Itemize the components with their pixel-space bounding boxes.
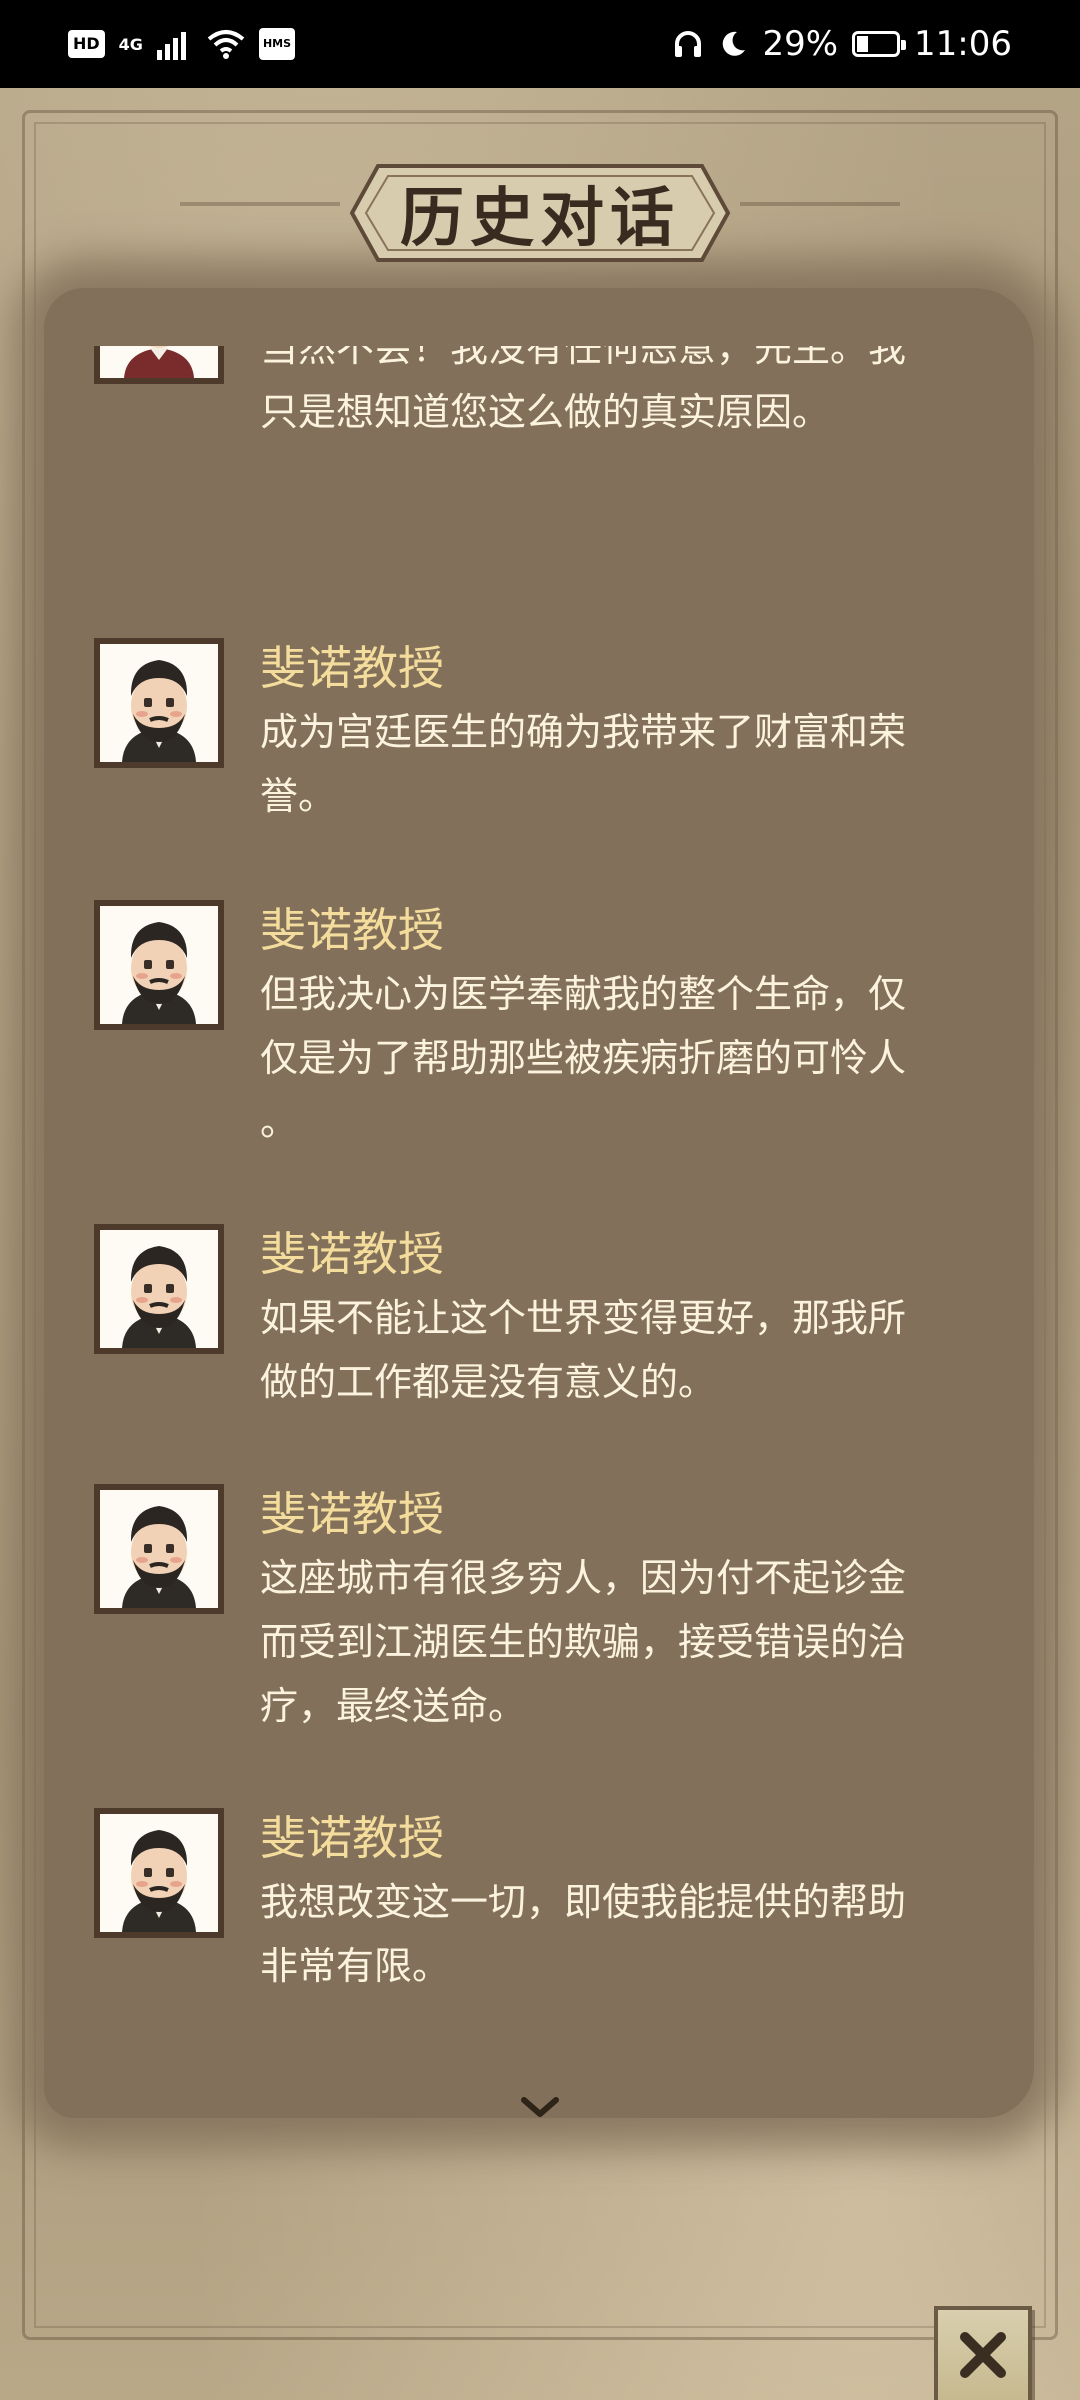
professor-avatar <box>94 900 224 1030</box>
status-right: 29% 11:06 <box>672 22 1012 66</box>
signal-icon <box>156 32 186 60</box>
professor-avatar <box>94 1484 224 1614</box>
close-button[interactable] <box>934 2306 1032 2400</box>
dialog-line: 这座城市有很多穷人，因为付不起诊金 <box>260 1556 907 1600</box>
title-plate: 历史对话 <box>348 158 732 268</box>
chevron-down-icon[interactable] <box>518 2092 562 2122</box>
dialog-line: 但我决心为医学奉献我的整个生命，仅 <box>260 972 907 1016</box>
headphones-icon <box>675 31 702 57</box>
speaker-name: 斐诺教授 <box>260 1487 444 1541</box>
status-left: HD 4G HMS <box>68 22 296 66</box>
speaker-name: 斐诺教授 <box>260 1811 444 1865</box>
clock: 11:06 <box>914 24 1012 64</box>
hms-badge: HMS <box>258 28 296 60</box>
network-type: 4G <box>118 34 143 54</box>
battery-icon <box>852 31 907 57</box>
moon-icon <box>723 31 746 56</box>
dialog-line: 成为宫廷医生的确为我带来了财富和荣 <box>260 710 907 754</box>
wifi-icon <box>207 30 245 59</box>
dialog-line: 疗，最终送命。 <box>260 1684 527 1728</box>
dialog-line: 非常有限。 <box>260 1944 451 1988</box>
page-title: 历史对话 <box>400 181 680 256</box>
speaker-name: 斐诺教授 <box>260 641 444 695</box>
status-bar: HD 4G HMS 29% 11:06 <box>0 0 1080 88</box>
dialog-line: 做的工作都是没有意义的。 <box>260 1360 717 1404</box>
dialog-line: 我想改变这一切，即使我能提供的帮助 <box>260 1880 907 1924</box>
battery-fill <box>857 36 869 52</box>
battery-percent: 29% <box>762 24 839 64</box>
close-icon <box>960 2332 1006 2378</box>
dialog-line: 。 <box>260 1100 299 1144</box>
dialog-line: 当然不会！我没有任何恶意，先生。我 <box>260 346 907 370</box>
professor-avatar <box>94 1808 224 1938</box>
title-ornament-left <box>180 202 340 206</box>
title-ornament-right <box>740 202 900 206</box>
professor-avatar <box>94 638 224 768</box>
speaker-name: 斐诺教授 <box>260 1227 444 1281</box>
dialog-line: 誉。 <box>260 774 337 818</box>
hd-badge: HD <box>68 30 105 58</box>
dialog-line: 仅是为了帮助那些被疾病折磨的可怜人 <box>260 1036 907 1080</box>
dialog-line: 如果不能让这个世界变得更好，那我所 <box>260 1296 907 1340</box>
dialog-line: 只是想知道您这么做的真实原因。 <box>260 390 831 434</box>
dialog-history-list[interactable]: 当然不会！我没有任何恶意，先生。我 只是想知道您这么做的真实原因。 斐诺教授 成为宫廷… <box>94 346 994 2046</box>
history-panel: 历史对话 当然不会！我没有任何恶意，先生。我只是想知道您这么做的真实原因。斐诺教… <box>0 88 1080 2400</box>
dialog-line: 而受到江湖医生的欺骗，接受错误的治 <box>260 1620 907 1664</box>
blond-boy-avatar <box>94 346 224 384</box>
professor-avatar <box>94 1224 224 1354</box>
speaker-name: 斐诺教授 <box>260 903 444 957</box>
